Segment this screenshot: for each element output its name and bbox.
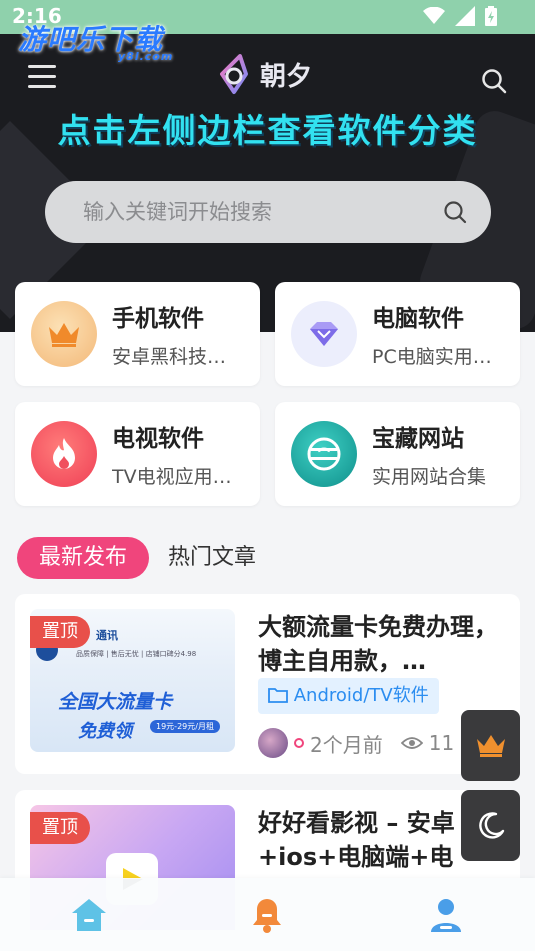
logo-mark-icon — [220, 54, 248, 94]
category-title: 电脑软件 — [372, 306, 464, 332]
status-icons — [423, 6, 497, 26]
thumb-headline: 全国大流量卡 — [58, 691, 173, 713]
app-logo: 朝夕 — [214, 52, 312, 96]
category-subtitle: PC电脑实用… — [372, 346, 492, 368]
watermark-logo: 游吧乐下载 y8l.com — [18, 18, 172, 63]
category-title: 手机软件 — [112, 306, 204, 332]
user-icon — [430, 898, 461, 932]
category-title: 电视软件 — [112, 426, 204, 452]
watermark-domain: y8l.com — [118, 50, 174, 63]
vip-float-button[interactable] — [461, 710, 520, 781]
author-avatar[interactable] — [258, 728, 288, 758]
post-views: 11 — [428, 731, 455, 755]
post-card[interactable]: 通讯 品质保障 | 售后无忧 | 店铺口碑分4.98 全国大流量卡 免费领 19… — [15, 594, 520, 774]
search-icon[interactable] — [481, 68, 507, 94]
folder-icon — [268, 688, 288, 703]
category-title: 宝藏网站 — [372, 426, 464, 452]
bell-icon — [253, 898, 282, 933]
category-card-tv[interactable]: 电视软件 TV电视应用… — [15, 402, 260, 506]
thumb-subheadline: 免费领 — [78, 721, 132, 742]
post-meta: 2个月前 11 — [258, 728, 454, 758]
nav-home[interactable] — [59, 885, 119, 945]
menu-icon[interactable] — [28, 65, 56, 89]
globe-icon — [291, 421, 357, 487]
flame-icon — [31, 421, 97, 487]
category-subtitle: 安卓黑科技… — [112, 346, 227, 368]
thumb-price: 19元-29元/月租 — [150, 720, 220, 733]
category-subtitle: TV电视应用… — [112, 466, 232, 488]
signal-icon — [455, 6, 475, 26]
search-icon[interactable] — [443, 200, 467, 224]
diamond-icon — [291, 301, 357, 367]
search-bar[interactable] — [45, 181, 491, 243]
banner-headline: 点击左侧边栏查看软件分类 — [57, 111, 478, 150]
pinned-badge: 置顶 — [30, 812, 90, 844]
post-category-tag[interactable]: Android/TV软件 — [258, 678, 439, 714]
wifi-icon — [423, 7, 445, 24]
post-title[interactable]: 大额流量卡免费办理，博主自用款，… — [258, 610, 498, 678]
post-time: 2个月前 — [310, 732, 383, 757]
category-card-pc[interactable]: 电脑软件 PC电脑实用… — [275, 282, 520, 386]
crown-icon — [476, 734, 505, 757]
category-card-mobile[interactable]: 手机软件 安卓黑科技… — [15, 282, 260, 386]
tab-popular[interactable]: 热门文章 — [168, 537, 256, 579]
thumb-caption: 品质保障 | 售后无忧 | 店铺口碑分4.98 — [76, 650, 197, 658]
category-card-websites[interactable]: 宝藏网站 实用网站合集 — [275, 402, 520, 506]
dark-mode-button[interactable] — [461, 790, 520, 861]
eye-icon — [400, 737, 423, 749]
moon-icon — [478, 811, 504, 839]
logo-text: 朝夕 — [260, 61, 313, 92]
tab-latest[interactable]: 最新发布 — [17, 537, 149, 579]
pinned-badge: 置顶 — [30, 616, 90, 648]
home-icon — [72, 898, 107, 931]
bottom-navigation — [0, 878, 535, 951]
post-category-label: Android/TV软件 — [293, 685, 429, 706]
battery-icon — [485, 6, 497, 26]
thumb-brand: 通讯 — [96, 629, 118, 642]
search-input[interactable] — [83, 197, 423, 227]
category-subtitle: 实用网站合集 — [372, 466, 487, 488]
online-dot-icon — [294, 738, 304, 748]
crown-icon — [31, 301, 97, 367]
nav-profile[interactable] — [416, 885, 476, 945]
nav-notifications[interactable] — [237, 885, 297, 945]
